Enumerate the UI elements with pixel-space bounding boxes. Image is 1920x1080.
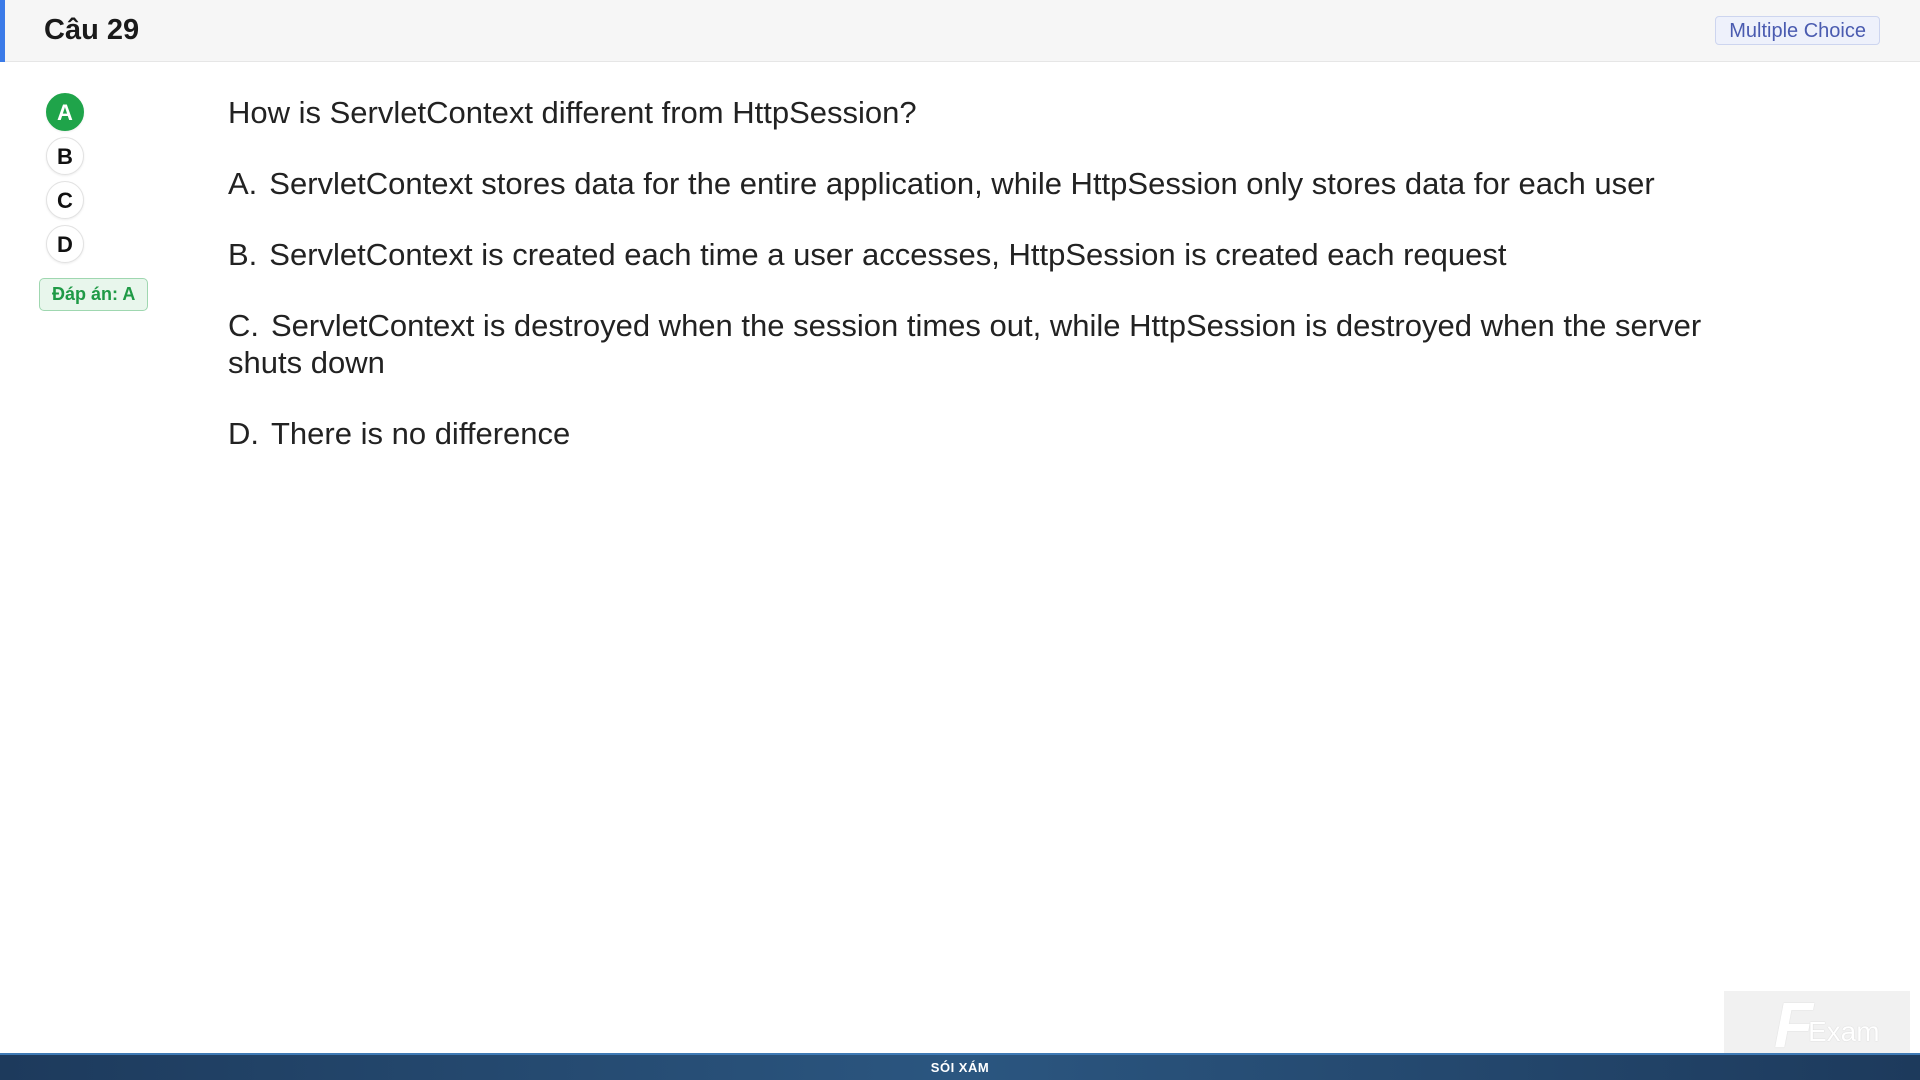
choice-d: D. There is no difference bbox=[228, 415, 1768, 452]
option-d-button[interactable]: D bbox=[46, 225, 84, 263]
choice-b-text: ServletContext is created each time a us… bbox=[269, 237, 1507, 272]
option-c-button[interactable]: C bbox=[46, 181, 84, 219]
question-number-title: Câu 29 bbox=[44, 14, 140, 46]
choice-a-text: ServletContext stores data for the entir… bbox=[269, 166, 1655, 201]
question-text: How is ServletContext different from Htt… bbox=[228, 95, 917, 130]
question-type-badge: Multiple Choice bbox=[1715, 16, 1880, 45]
footer-text: SÓI XÁM bbox=[930, 1060, 990, 1075]
choice-a: A. ServletContext stores data for the ent… bbox=[228, 165, 1768, 202]
choice-d-letter: D. bbox=[228, 416, 259, 451]
choice-a-letter: A. bbox=[228, 166, 258, 201]
option-b-button[interactable]: B bbox=[46, 137, 84, 175]
question-content: How is ServletContext different from Htt… bbox=[228, 94, 1768, 486]
option-a-button[interactable]: A bbox=[46, 93, 84, 131]
choice-b-letter: B. bbox=[228, 237, 258, 272]
choice-c: C. ServletContext is destroyed when the s… bbox=[228, 307, 1768, 381]
question-header: Câu 29 Multiple Choice bbox=[0, 0, 1920, 62]
choice-c-letter: C. bbox=[228, 308, 259, 343]
header-accent-bar bbox=[0, 0, 5, 62]
answer-options-column: A B C D bbox=[46, 93, 86, 269]
footer-bar: SÓI XÁM bbox=[0, 1053, 1920, 1080]
choice-c-text: ServletContext is destroyed when the ses… bbox=[228, 308, 1702, 380]
correct-answer-badge: Đáp án: A bbox=[39, 278, 149, 311]
choice-b: B. ServletContext is created each time a … bbox=[228, 236, 1768, 273]
logo-text: Exam bbox=[1808, 1016, 1880, 1047]
choice-d-text: There is no difference bbox=[271, 416, 571, 451]
